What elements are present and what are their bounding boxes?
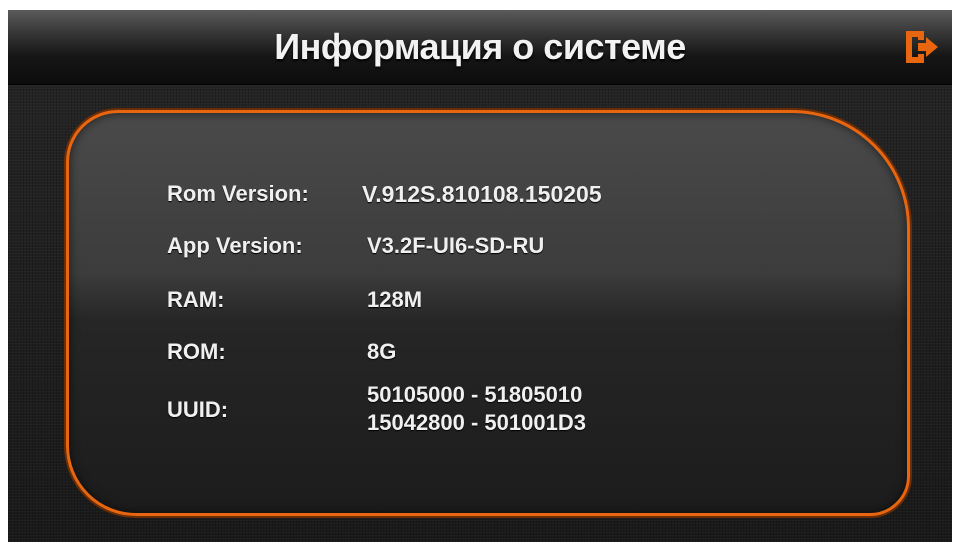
exit-button[interactable] xyxy=(902,27,942,67)
header-bar: Информация о системе xyxy=(8,10,952,85)
app-version-label: App Version: xyxy=(167,233,303,258)
rom-version-value: V.912S.810108.150205 xyxy=(362,181,602,207)
exit-icon xyxy=(906,31,938,63)
uuid-value-line-1: 50105000 - 51805010 xyxy=(367,382,583,407)
app-version-value: V3.2F-UI6-SD-RU xyxy=(367,233,545,258)
uuid-label: UUID: xyxy=(167,397,229,422)
info-panel: Rom Version: V.912S.810108.150205 App Ve… xyxy=(66,110,910,516)
uuid-value: 50105000 - 51805010 15042800 - 501001D3 xyxy=(367,381,586,437)
page-title: Информация о системе xyxy=(274,26,686,67)
system-info-screen: Информация о системе Rom Version: V.912S… xyxy=(8,10,952,542)
uuid-value-line-2: 15042800 - 501001D3 xyxy=(367,410,586,435)
rom-version-label: Rom Version: xyxy=(167,181,309,206)
rom-label: ROM: xyxy=(167,339,226,364)
ram-value: 128M xyxy=(367,287,423,312)
ram-label: RAM: xyxy=(167,287,225,312)
rom-value: 8G xyxy=(367,339,397,364)
